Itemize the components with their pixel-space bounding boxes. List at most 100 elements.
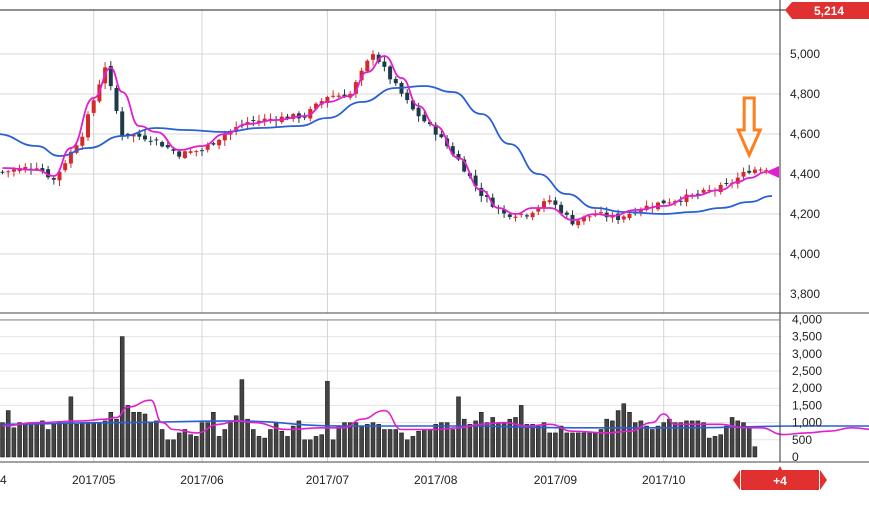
volume-bar (291, 426, 295, 457)
price-tick-label: 3,800 (790, 287, 820, 301)
volume-bar (246, 419, 250, 457)
candle-body (63, 163, 67, 170)
candle-body (12, 169, 16, 171)
volume-tick-label: 1,000 (792, 416, 822, 430)
volume-bar (553, 433, 557, 457)
volume-bar (149, 423, 153, 457)
volume-bar (337, 426, 341, 457)
volume-bar (200, 423, 204, 457)
candle-body (86, 114, 90, 137)
candle-body (667, 202, 671, 203)
volume-bar (690, 421, 694, 457)
candle-body (371, 54, 375, 60)
candle-body (160, 142, 164, 146)
chart-svg: 5,0004,8004,6004,4004,2004,0003,800 4,00… (0, 0, 869, 510)
volume-tick-label: 0 (792, 450, 799, 464)
candle-body (439, 134, 443, 137)
volume-bar (502, 423, 506, 457)
volume-bar (211, 412, 215, 457)
candle-body (588, 216, 592, 217)
volume-bar (92, 423, 96, 457)
volume-bar (46, 429, 50, 457)
volume-bar (1, 423, 5, 457)
volume-bar (496, 423, 500, 457)
volume-bar (616, 411, 620, 457)
volume-bar (115, 419, 119, 457)
candle-body (525, 215, 529, 216)
volume-bar (508, 419, 512, 457)
volume-bar (194, 436, 198, 457)
volume-bar (519, 405, 523, 457)
volume-bar (628, 412, 632, 457)
date-tick-label: 4 (0, 473, 7, 487)
candle-body (388, 66, 392, 79)
volume-bar (154, 421, 158, 457)
candle-body (628, 214, 632, 218)
volume-tick-label: 2,500 (792, 364, 822, 378)
volume-bar (400, 433, 404, 457)
candle-body (508, 214, 512, 216)
volume-bar (12, 428, 16, 457)
volume-bar (23, 424, 27, 457)
volume-bar (18, 423, 22, 457)
volume-bar (588, 433, 592, 457)
volume-bar (314, 436, 318, 457)
volume-tick-label: 500 (792, 433, 812, 447)
candle-body (742, 172, 746, 177)
volume-bar (576, 433, 580, 457)
candle-body (115, 88, 119, 111)
candle-body (542, 201, 546, 207)
candle-body (223, 134, 227, 140)
price-tick-label: 4,800 (790, 87, 820, 101)
candle-body (166, 145, 170, 147)
volume-bar (320, 435, 324, 457)
volume-bar (29, 423, 33, 457)
candle-body (137, 134, 141, 137)
candle-body (531, 213, 535, 217)
date-tick-label: 2017/05 (72, 473, 116, 487)
candle-body (194, 151, 198, 152)
volume-tick-label: 1,500 (792, 398, 822, 412)
volume-bar (257, 436, 261, 457)
volume-bar (268, 429, 272, 457)
volume-bar (75, 424, 79, 457)
volume-bar (160, 429, 164, 457)
volume-bar (223, 429, 227, 457)
candle-body (599, 212, 603, 213)
date-tick-label: 2017/07 (306, 473, 350, 487)
scroll-button[interactable] (741, 470, 819, 490)
last-price-text: 5,214 (814, 4, 844, 18)
candle-body (565, 213, 569, 215)
volume-bar (382, 429, 386, 457)
volume-bar (183, 429, 187, 457)
candle-body (92, 100, 96, 113)
volume-bar (405, 440, 409, 457)
volume-bar (172, 440, 176, 457)
volume-bar (707, 438, 711, 457)
volume-bar (724, 426, 728, 457)
volume-bar (622, 404, 626, 457)
volume-bar (394, 429, 398, 457)
candle-body (217, 140, 221, 145)
volume-bar (217, 436, 221, 457)
volume-bar (132, 412, 136, 457)
last-price-badge: 5,214 (785, 2, 869, 19)
volume-bar (6, 411, 10, 457)
volume-bar (536, 426, 540, 457)
volume-bar (468, 424, 472, 457)
volume-bar (525, 424, 529, 457)
volume-bar (80, 423, 84, 457)
candle-body (724, 183, 728, 184)
candle-body (80, 137, 84, 146)
volume-tick-label: 3,000 (792, 347, 822, 361)
price-tick-label: 4,400 (790, 167, 820, 181)
volume-bar (177, 433, 181, 457)
candle-body (576, 221, 580, 226)
volume-bar (422, 429, 426, 457)
volume-bar (571, 433, 575, 457)
date-tick-label: 2017/06 (180, 473, 224, 487)
volume-bar (126, 405, 130, 457)
candle-body (548, 200, 552, 202)
volume-bar (730, 417, 734, 457)
volume-bar (143, 414, 147, 457)
